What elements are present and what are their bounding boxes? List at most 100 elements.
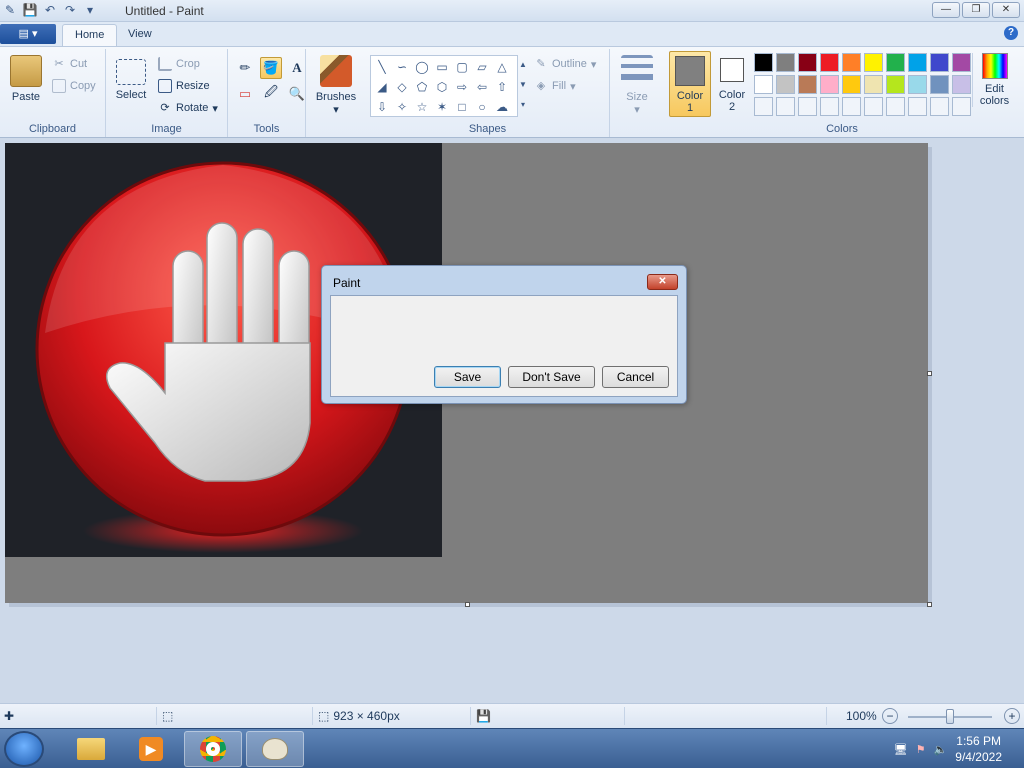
action-center-icon[interactable]: ⚑ <box>916 743 926 756</box>
cloud-callout-shape-icon[interactable]: ☁ <box>492 97 512 117</box>
cut-button[interactable]: ✂ Cut <box>52 57 87 71</box>
paste-button[interactable]: Paste <box>6 55 46 103</box>
save-button[interactable]: Save <box>434 366 501 388</box>
color-swatch[interactable] <box>842 75 861 94</box>
clock[interactable]: 1:56 PM 9/4/2022 <box>955 733 1002 765</box>
shapes-scroll[interactable]: ▲ ▼ ▾ <box>518 55 528 117</box>
redo-icon[interactable]: ↷ <box>62 2 78 18</box>
custom-color-slot[interactable] <box>754 97 773 116</box>
custom-color-slot[interactable] <box>908 97 927 116</box>
color-swatch[interactable] <box>908 75 927 94</box>
resize-button[interactable]: Resize <box>158 79 210 93</box>
eraser-icon[interactable]: ▭ <box>234 83 256 105</box>
five-point-star-shape-icon[interactable]: ☆ <box>412 97 432 117</box>
custom-color-slot[interactable] <box>798 97 817 116</box>
zoom-in-button[interactable]: + <box>1004 708 1020 724</box>
copy-button[interactable]: Copy <box>52 79 96 93</box>
dialog-close-button[interactable]: ✕ <box>647 274 678 290</box>
down-arrow-shape-icon[interactable]: ⇩ <box>372 97 392 117</box>
line-shape-icon[interactable]: ╲ <box>372 57 392 77</box>
rotate-button[interactable]: ⟳ Rotate ▾ <box>158 101 218 115</box>
color-swatch[interactable] <box>754 53 773 72</box>
paint-app-icon[interactable]: ✎ <box>2 2 18 18</box>
tab-view[interactable]: View <box>116 24 164 46</box>
oval-shape-icon[interactable]: ◯ <box>412 57 432 77</box>
custom-color-slot[interactable] <box>886 97 905 116</box>
dont-save-button[interactable]: Don't Save <box>508 366 595 388</box>
close-window-button[interactable]: ✕ <box>992 2 1020 18</box>
edit-colors-button[interactable]: Edit colors <box>972 53 1016 107</box>
curve-shape-icon[interactable]: ∽ <box>392 57 412 77</box>
color-picker-icon[interactable]: 🖉 <box>260 83 282 105</box>
volume-icon[interactable]: 🔈 <box>934 743 948 756</box>
color-swatch[interactable] <box>886 53 905 72</box>
zoom-out-button[interactable]: − <box>882 708 898 724</box>
undo-icon[interactable]: ↶ <box>42 2 58 18</box>
color-swatch[interactable] <box>798 53 817 72</box>
color2-button[interactable]: Color 2 <box>712 51 752 117</box>
pentagon-shape-icon[interactable]: ⬠ <box>412 77 432 97</box>
custom-color-slot[interactable] <box>820 97 839 116</box>
paint-icon[interactable] <box>246 731 304 767</box>
color1-button[interactable]: Color 1 <box>669 51 711 117</box>
cancel-button[interactable]: Cancel <box>602 366 669 388</box>
minimize-button[interactable]: — <box>932 2 960 18</box>
help-icon[interactable]: ? <box>1004 26 1018 40</box>
color-swatch[interactable] <box>820 53 839 72</box>
save-icon[interactable]: 💾 <box>22 2 38 18</box>
color-swatch[interactable] <box>952 75 971 94</box>
four-point-star-shape-icon[interactable]: ✧ <box>392 97 412 117</box>
outline-button[interactable]: ✎ Outline ▾ <box>534 57 596 71</box>
media-player-icon[interactable]: ▶ <box>122 731 180 767</box>
fill-bucket-icon[interactable]: 🪣 <box>260 57 282 79</box>
fill-button[interactable]: ◈ Fill ▾ <box>534 79 576 93</box>
color-swatch[interactable] <box>930 53 949 72</box>
color-swatch[interactable] <box>886 75 905 94</box>
hexagon-shape-icon[interactable]: ⬡ <box>432 77 452 97</box>
start-button[interactable] <box>4 731 44 767</box>
color-swatch[interactable] <box>908 53 927 72</box>
paint-menu-button[interactable]: ▤ ▾ <box>0 24 56 44</box>
left-arrow-shape-icon[interactable]: ⇦ <box>472 77 492 97</box>
color-swatch[interactable] <box>820 75 839 94</box>
color-swatch[interactable] <box>776 75 795 94</box>
pencil-icon[interactable]: ✏ <box>234 57 256 79</box>
rounded-rectangle-shape-icon[interactable]: ▢ <box>452 57 472 77</box>
polygon-shape-icon[interactable]: ▱ <box>472 57 492 77</box>
size-button[interactable]: Size ▾ <box>618 55 656 116</box>
magnifier-icon[interactable]: 🔍 <box>286 83 308 105</box>
diamond-shape-icon[interactable]: ◇ <box>392 77 412 97</box>
chrome-icon[interactable] <box>184 731 242 767</box>
select-button[interactable]: Select <box>114 59 148 101</box>
callout-oval-shape-icon[interactable]: ○ <box>472 97 492 117</box>
brushes-button[interactable]: Brushes ▾ <box>312 55 360 116</box>
text-icon[interactable]: A <box>286 57 308 79</box>
canvas-workspace[interactable]: Paint ✕ Save Don't Save Cancel <box>0 138 1024 703</box>
file-explorer-icon[interactable] <box>62 731 120 767</box>
custom-color-slot[interactable] <box>864 97 883 116</box>
color-swatch[interactable] <box>798 75 817 94</box>
resize-handle-right[interactable] <box>927 371 932 376</box>
custom-color-slot[interactable] <box>776 97 795 116</box>
color-swatch[interactable] <box>754 75 773 94</box>
right-triangle-shape-icon[interactable]: ◢ <box>372 77 392 97</box>
triangle-shape-icon[interactable]: △ <box>492 57 512 77</box>
color-swatch[interactable] <box>776 53 795 72</box>
zoom-slider-thumb[interactable] <box>946 709 954 724</box>
six-point-star-shape-icon[interactable]: ✶ <box>432 97 452 117</box>
color-swatch[interactable] <box>864 53 883 72</box>
resize-handle-bottom[interactable] <box>465 602 470 607</box>
customize-qat-icon[interactable]: ▾ <box>82 2 98 18</box>
custom-color-slot[interactable] <box>930 97 949 116</box>
callout-rect-shape-icon[interactable]: □ <box>452 97 472 117</box>
maximize-button[interactable]: ❐ <box>962 2 990 18</box>
resize-handle-corner[interactable] <box>927 602 932 607</box>
custom-color-slot[interactable] <box>842 97 861 116</box>
tab-home[interactable]: Home <box>62 24 118 46</box>
color-swatch[interactable] <box>952 53 971 72</box>
color-swatch[interactable] <box>842 53 861 72</box>
right-arrow-shape-icon[interactable]: ⇨ <box>452 77 472 97</box>
rectangle-shape-icon[interactable]: ▭ <box>432 57 452 77</box>
color-swatch[interactable] <box>930 75 949 94</box>
network-icon[interactable]: 🖥 <box>894 743 908 756</box>
